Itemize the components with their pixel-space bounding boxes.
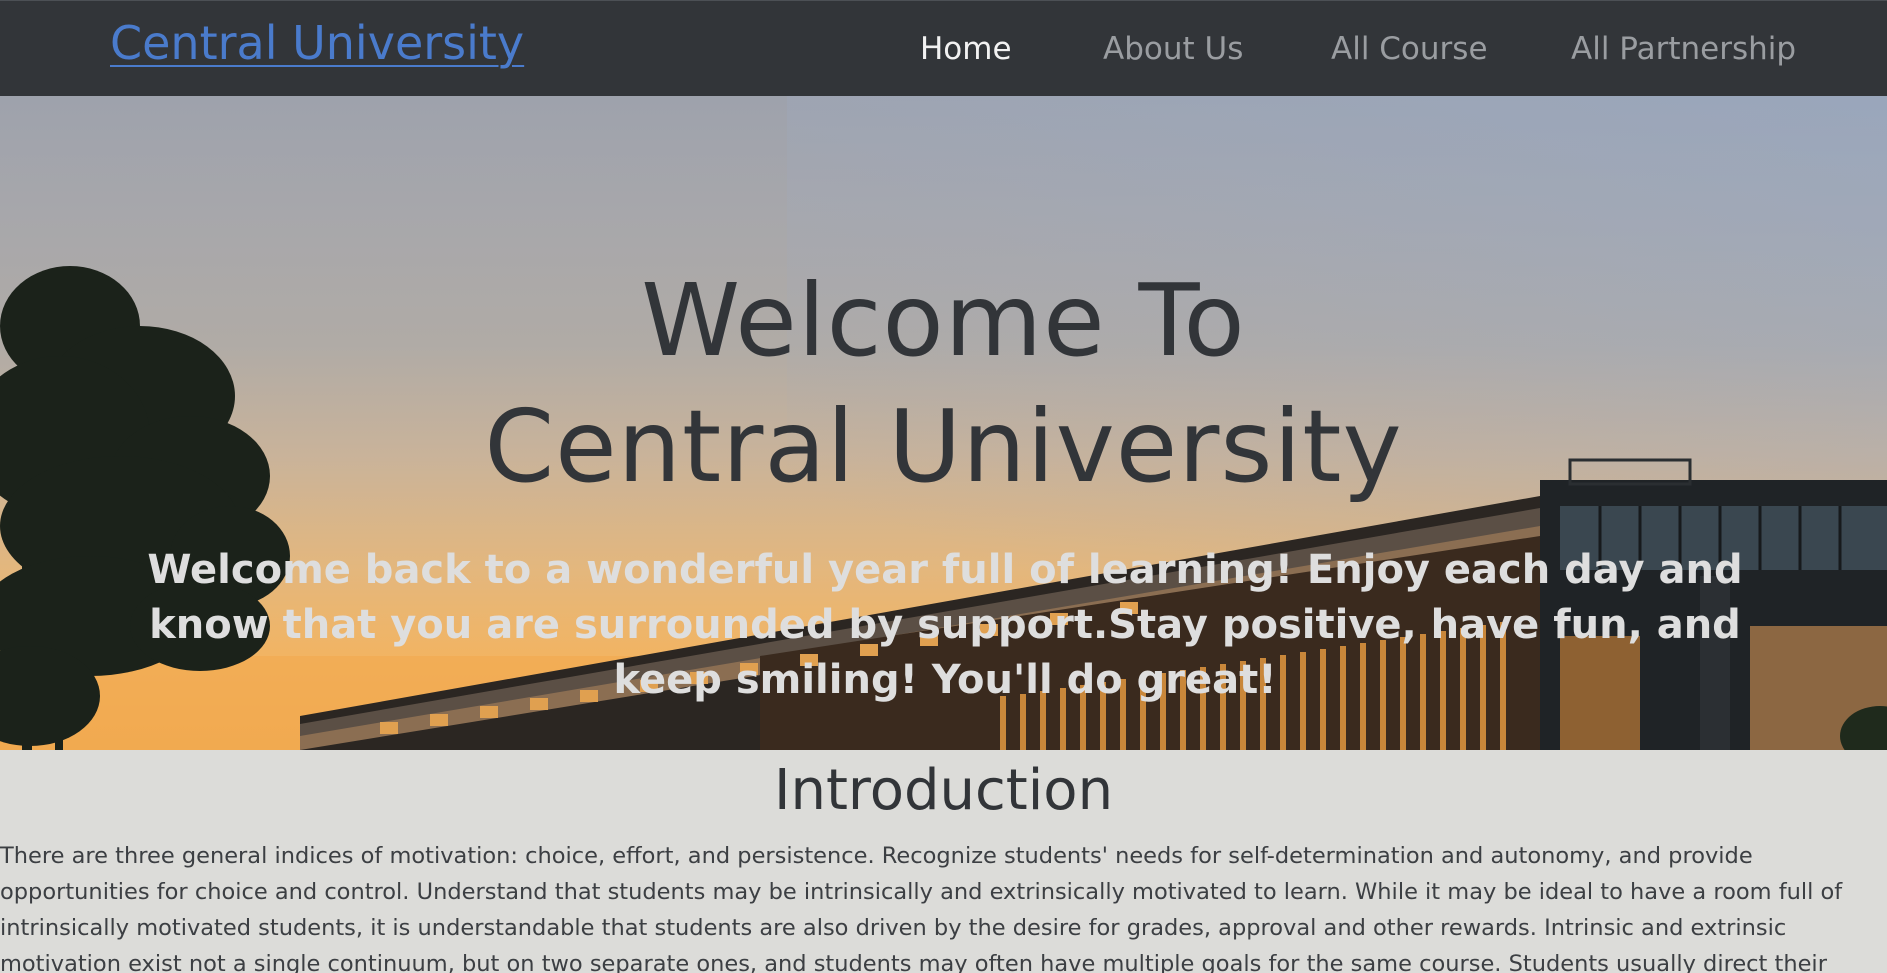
hero-title-line-1: Welcome To (641, 262, 1246, 379)
nav-link-all-partnership[interactable]: All Partnership (1571, 31, 1796, 67)
top-navbar: Central University Home About Us All Cou… (0, 0, 1887, 96)
introduction-section: Introduction There are three general ind… (0, 750, 1887, 973)
hero-title-line-2: Central University (484, 388, 1403, 505)
introduction-heading: Introduction (773, 758, 1114, 823)
nav-links: Home About Us All Course All Partnership (0, 31, 1887, 71)
nav-link-home[interactable]: Home (920, 31, 1012, 67)
hero-title: Welcome To Central University (0, 258, 1887, 510)
nav-link-all-course[interactable]: All Course (1331, 31, 1488, 67)
nav-link-about-us[interactable]: About Us (1103, 31, 1243, 67)
hero-subtitle: Welcome back to a wonderful year full of… (147, 547, 1743, 703)
introduction-paragraph: There are three general indices of motiv… (0, 843, 1843, 973)
hero-banner: Welcome To Central University Welcome ba… (0, 96, 1887, 750)
